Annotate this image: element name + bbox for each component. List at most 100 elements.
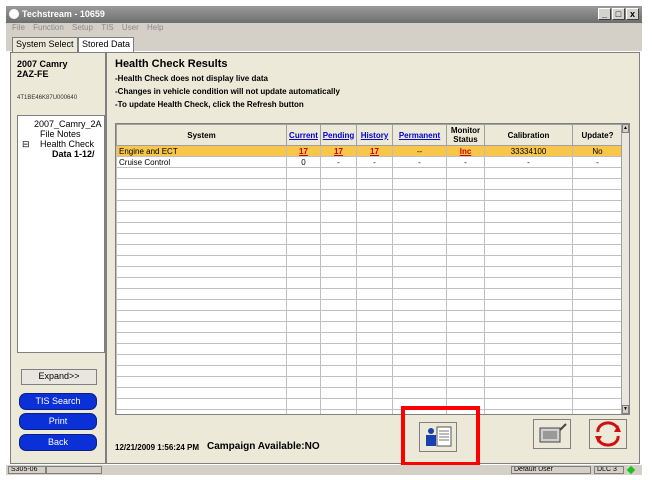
cell-pending-link[interactable]: 17 xyxy=(320,145,357,157)
expand-button[interactable]: Expand>> xyxy=(21,369,97,385)
status-empty-1 xyxy=(46,466,102,474)
cell-current: 0 xyxy=(286,156,321,168)
table-scrollbar[interactable]: ▲ ▼ xyxy=(621,124,629,414)
vehicle-model: 2007 Camry xyxy=(17,59,68,69)
empty-row xyxy=(116,266,623,278)
empty-cell xyxy=(286,277,321,289)
empty-cell xyxy=(116,233,287,245)
empty-cell xyxy=(116,255,287,267)
cell-history-link[interactable]: 17 xyxy=(356,145,393,157)
empty-cell xyxy=(356,332,393,344)
empty-cell xyxy=(320,365,357,377)
menu-function[interactable]: Function xyxy=(33,23,64,32)
empty-cell xyxy=(356,200,393,212)
tree-item-health-check[interactable]: Health Check xyxy=(40,139,94,149)
cell-current-link[interactable]: 17 xyxy=(286,145,321,157)
empty-cell xyxy=(572,233,623,245)
tis-search-button[interactable]: TIS Search xyxy=(19,393,97,410)
cell-monitor-link[interactable]: Inc xyxy=(446,145,485,157)
empty-cell xyxy=(116,409,287,414)
table-row[interactable]: Cruise Control 0 - - - - - - xyxy=(116,156,623,168)
note-vehicle-condition: -Changes in vehicle condition will not u… xyxy=(115,87,340,96)
empty-cell xyxy=(320,255,357,267)
col-current[interactable]: Current xyxy=(286,124,321,146)
ecu-button[interactable] xyxy=(533,419,571,449)
col-permanent[interactable]: Permanent xyxy=(392,124,447,146)
empty-cell xyxy=(392,222,447,234)
empty-cell xyxy=(320,244,357,256)
empty-cell xyxy=(286,387,321,399)
empty-cell xyxy=(572,376,623,388)
refresh-button[interactable] xyxy=(589,419,627,449)
empty-cell xyxy=(484,178,573,190)
tab-system-select[interactable]: System Select xyxy=(12,37,78,52)
back-button[interactable]: Back xyxy=(19,434,97,451)
empty-cell xyxy=(572,277,623,289)
empty-cell xyxy=(484,409,573,414)
empty-cell xyxy=(572,288,623,300)
empty-cell xyxy=(116,277,287,289)
empty-row xyxy=(116,244,623,256)
col-history[interactable]: History xyxy=(356,124,393,146)
cell-system: Cruise Control xyxy=(116,156,287,168)
vehicle-engine: 2AZ-FE xyxy=(17,69,49,79)
minimize-button[interactable]: _ xyxy=(598,8,611,20)
empty-cell xyxy=(572,211,623,223)
scroll-down-icon[interactable]: ▼ xyxy=(622,405,629,414)
empty-cell xyxy=(446,354,485,366)
page-title: Health Check Results xyxy=(115,58,228,70)
empty-cell xyxy=(484,266,573,278)
empty-cell xyxy=(286,255,321,267)
scroll-up-icon[interactable]: ▲ xyxy=(622,124,629,133)
empty-cell xyxy=(116,332,287,344)
empty-cell xyxy=(484,398,573,410)
empty-cell xyxy=(446,277,485,289)
empty-cell xyxy=(572,321,623,333)
empty-cell xyxy=(446,189,485,201)
empty-cell xyxy=(484,167,573,179)
menu-file[interactable]: File xyxy=(12,23,25,32)
empty-cell xyxy=(392,200,447,212)
empty-cell xyxy=(116,376,287,388)
empty-cell xyxy=(286,343,321,355)
main-panel: Health Check Results -Health Check does … xyxy=(106,52,640,464)
empty-cell xyxy=(116,387,287,399)
empty-cell xyxy=(446,200,485,212)
empty-cell xyxy=(484,365,573,377)
empty-cell xyxy=(116,189,287,201)
empty-cell xyxy=(320,387,357,399)
menu-user[interactable]: User xyxy=(122,23,139,32)
menu-setup[interactable]: Setup xyxy=(72,23,93,32)
menu-tis[interactable]: TIS xyxy=(101,23,113,32)
print-button[interactable]: Print xyxy=(19,413,97,430)
empty-cell xyxy=(320,409,357,414)
empty-cell xyxy=(320,354,357,366)
empty-row xyxy=(116,277,623,289)
empty-cell xyxy=(572,244,623,256)
empty-cell xyxy=(286,167,321,179)
close-button[interactable]: x xyxy=(626,8,639,20)
empty-cell xyxy=(392,266,447,278)
empty-cell xyxy=(392,255,447,267)
empty-cell xyxy=(446,233,485,245)
tab-stored-data[interactable]: Stored Data xyxy=(78,37,135,52)
empty-cell xyxy=(116,288,287,300)
col-pending[interactable]: Pending xyxy=(320,124,357,146)
empty-cell xyxy=(356,409,393,414)
menu-help[interactable]: Help xyxy=(147,23,163,32)
empty-cell xyxy=(484,255,573,267)
tree-item-data[interactable]: Data 1-12/ xyxy=(52,149,95,159)
tree-collapse-icon[interactable]: ⊟ xyxy=(22,139,30,150)
maximize-button[interactable]: □ xyxy=(612,8,625,20)
empty-cell xyxy=(572,167,623,179)
tree-item-file-notes[interactable]: File Notes xyxy=(40,129,81,139)
tree-item-root[interactable]: 2007_Camry_2A xyxy=(34,119,102,129)
empty-cell xyxy=(392,365,447,377)
empty-row xyxy=(116,200,623,212)
empty-row xyxy=(116,354,623,366)
table-row[interactable]: Engine and ECT 17 17 17 -- Inc 33334100 … xyxy=(116,145,623,157)
empty-row xyxy=(116,222,623,234)
empty-cell xyxy=(320,376,357,388)
empty-cell xyxy=(392,277,447,289)
ecu-icon xyxy=(539,423,567,443)
